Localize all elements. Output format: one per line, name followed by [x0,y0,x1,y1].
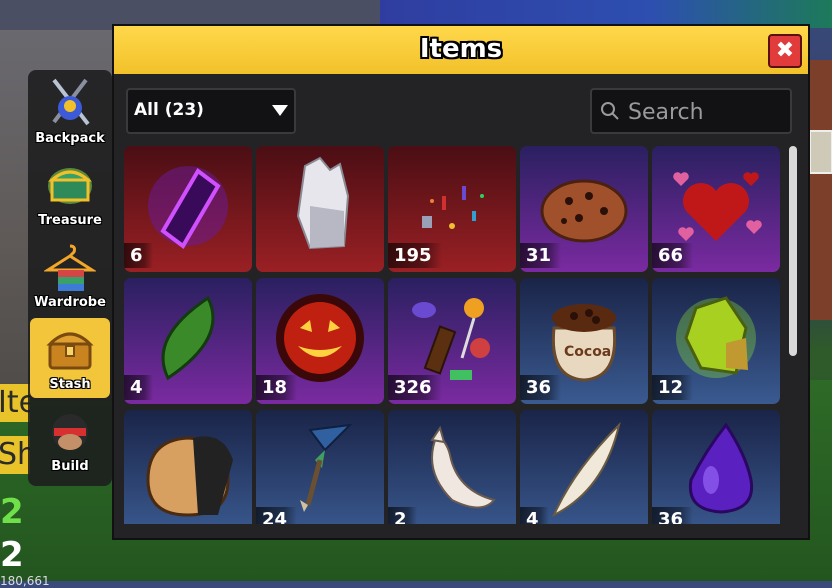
green-ore-icon [676,296,756,378]
item-quantity: 36 [652,507,694,524]
item-slot[interactable]: 195 [388,146,516,272]
item-quantity: 12 [652,375,694,400]
item-quantity: 195 [388,243,442,268]
item-quantity: 4 [520,507,549,524]
title-bar: Items ✖ [114,26,808,74]
item-quantity: 6 [124,243,153,268]
item-slot[interactable]: 6 [124,146,252,272]
item-quantity: 24 [256,507,298,524]
item-slot[interactable]: 4 [520,410,648,524]
item-slot[interactable] [124,410,252,524]
cookie-icon [540,179,628,243]
stat-white: 2 [0,535,24,575]
dock-treasure-button[interactable]: Treasure [30,154,110,234]
item-quantity: 66 [652,243,694,268]
large-fang-icon [551,421,621,518]
dock-build-button[interactable]: Build [30,400,110,480]
dock-backpack-button[interactable]: Backpack [30,72,110,152]
search-input[interactable] [626,96,788,128]
scrollbar-thumb[interactable] [789,146,797,356]
candy-icon [412,298,490,380]
item-slot[interactable]: Cocoa 36 [520,278,648,404]
window-title: Items [419,34,503,64]
close-icon: ✖ [775,38,795,63]
stat-money: 180,661 [0,574,50,588]
jack-o-lantern-icon [276,294,364,382]
inventory-dock: Backpack Treasure Wardrobe Stash Build [28,70,112,486]
fish-tail-icon [300,423,353,512]
close-button[interactable]: ✖ [768,34,802,68]
item-quantity: 36 [520,375,562,400]
dock-stash-button[interactable]: Stash [30,318,110,398]
stash-chest-icon [46,332,94,370]
item-slot[interactable]: 18 [256,278,384,404]
item-slot[interactable]: 4 [124,278,252,404]
purple-drop-icon [688,422,754,514]
item-quantity: 326 [388,375,442,400]
white-fang-icon [430,425,496,509]
search-box[interactable] [590,88,792,134]
wardrobe-hanger-icon [44,244,96,291]
item-slot[interactable] [256,146,384,272]
treasure-chest-icon [48,168,92,204]
white-crystal-icon [296,156,350,250]
side-tab-shop[interactable]: Sh [0,436,30,474]
purple-crystal-icon [148,166,228,249]
item-quantity: 31 [520,243,562,268]
item-quantity: 2 [388,507,417,524]
item-slot[interactable]: 12 [652,278,780,404]
category-filter-dropdown[interactable]: All (23) [126,88,296,134]
side-tab-items[interactable]: Ite [0,384,30,422]
stat-green: 2 [0,492,24,532]
item-slot[interactable]: 66 [652,146,780,272]
backpack-swords-icon [52,78,90,126]
filter-selected-value: All (23) [134,100,204,120]
hearts-icon [673,172,762,241]
confetti-icon [422,186,484,229]
sack-icon [146,436,233,517]
svg-text:Cocoa: Cocoa [564,344,611,360]
chevron-down-icon [272,105,288,116]
item-slot[interactable]: 326 [388,278,516,404]
item-slot[interactable]: 31 [520,146,648,272]
item-slot[interactable]: 2 [388,410,516,524]
build-avatar-icon [52,414,88,450]
scrollbar-track[interactable] [789,146,797,526]
item-quantity: 4 [124,375,153,400]
item-slot[interactable]: 24 [256,410,384,524]
items-grid: 6 195 31 66 4 18 326 Cocoa 36 12 24 2 4 36 [124,146,784,524]
dock-wardrobe-button[interactable]: Wardrobe [30,236,110,316]
cocoa-sack-icon: Cocoa [551,304,617,382]
item-slot[interactable]: 36 [652,410,780,524]
green-leaf-icon [161,295,215,381]
items-window: Items ✖ All (23) 61953166418326Cocoa3612… [112,24,810,540]
search-icon [601,102,619,120]
item-quantity: 18 [256,375,298,400]
